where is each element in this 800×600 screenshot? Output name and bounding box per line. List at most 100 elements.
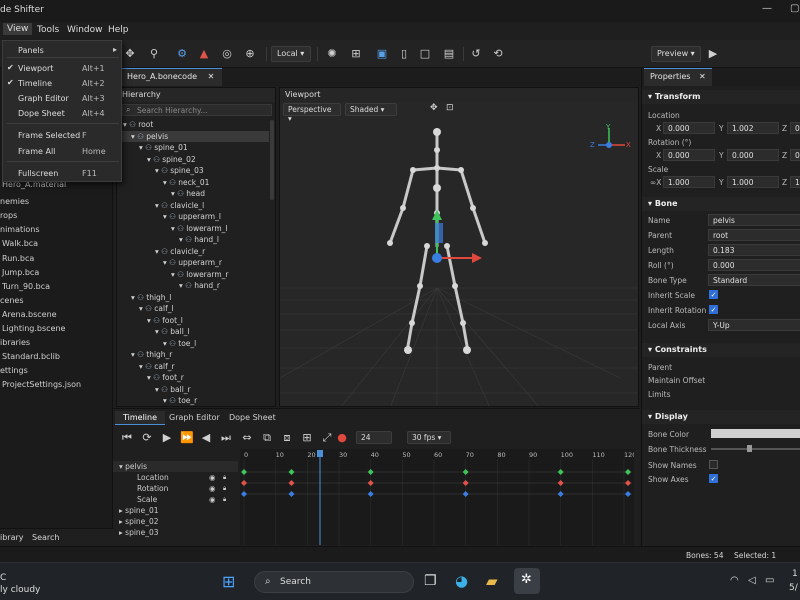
close-icon[interactable]: ✕ — [208, 72, 215, 81]
asset-item[interactable]: nemies — [0, 197, 29, 206]
loop-icon[interactable]: ⟳ — [139, 430, 155, 446]
hierarchy-row[interactable]: ▾ ⚇ calf_r — [117, 361, 269, 372]
local-axis-select[interactable]: Y-Up — [708, 319, 800, 331]
pan-icon[interactable]: ✥ — [430, 103, 438, 113]
asset-item[interactable]: Walk.bca — [2, 239, 38, 248]
key-auto-icon[interactable]: ⤢ — [319, 430, 335, 446]
menu-item-graph-editor[interactable]: Graph Editor Alt+3 — [3, 92, 121, 105]
link-icon[interactable]: ∞X — [650, 178, 661, 187]
fps-select[interactable]: 30 fps ▾ — [407, 431, 451, 444]
track-row[interactable]: ▸ spine_01 — [113, 505, 238, 516]
scale-x-field[interactable]: 1.000 — [663, 176, 715, 188]
go-start-icon[interactable]: ⏮ — [119, 430, 135, 446]
asset-item[interactable]: Jump.bca — [2, 268, 39, 277]
tab-timeline[interactable]: Timeline — [115, 411, 166, 425]
snap-tool-icon[interactable]: ⊕ — [242, 46, 258, 62]
asset-item[interactable]: Lighting.bscene — [2, 324, 65, 333]
lock-icon[interactable]: 🔒︎ — [223, 494, 226, 505]
hierarchy-row[interactable]: ▾ ⚇ neck_01 — [117, 177, 269, 188]
hierarchy-row[interactable]: ▾ ⚇ ball_l — [117, 326, 269, 337]
menu-item-viewport[interactable]: ✔ Viewport Alt+1 — [3, 62, 121, 75]
app-taskbar-button[interactable]: ✲ — [514, 568, 540, 594]
bone-thickness-handle[interactable] — [747, 445, 752, 452]
viewport-scene[interactable] — [280, 118, 639, 407]
bone-color-swatch[interactable] — [711, 429, 800, 438]
rotation-y-field[interactable]: 0.000 — [727, 149, 779, 161]
rotation-x-field[interactable]: 0.000 — [663, 149, 715, 161]
frame-icon[interactable]: ▯ — [396, 46, 412, 62]
hierarchy-scrollbar[interactable] — [270, 120, 274, 200]
track-row[interactable]: ▸ spine_02 — [113, 516, 238, 527]
rotation-z-field[interactable]: 0. — [790, 149, 800, 161]
hierarchy-row[interactable]: ▾ ⚇ lowerarm_l — [117, 223, 269, 234]
show-names-checkbox[interactable] — [709, 460, 718, 469]
pivot-icon[interactable]: ✺ — [324, 46, 340, 62]
projection-select[interactable]: Perspective ▾ — [283, 103, 341, 123]
axis-tool-icon[interactable]: ▲ — [196, 46, 212, 62]
box-icon[interactable]: □ — [417, 46, 433, 62]
track-row[interactable]: Location ◉ 🔒︎ — [113, 472, 238, 483]
battery-icon[interactable]: ▭ — [765, 575, 774, 586]
hierarchy-row[interactable]: ▾ ⚇ head — [117, 188, 269, 199]
asset-item[interactable]: rops — [0, 211, 17, 220]
asset-item[interactable]: ibraries — [0, 338, 30, 347]
move-tool-icon[interactable]: ✥ — [122, 46, 138, 62]
hierarchy-row[interactable]: ▾ ⚇ toe_r — [117, 395, 269, 406]
transform-section-header[interactable]: ▾ Transform — [642, 90, 800, 104]
menu-item-frame-selected[interactable]: Frame Selected F — [3, 129, 121, 142]
play-back-icon[interactable]: ◀ — [198, 430, 214, 446]
hierarchy-row[interactable]: ▾ ⚇ thigh_r — [117, 349, 269, 360]
play-forward-icon[interactable]: ⏩ — [179, 430, 195, 446]
show-axes-checkbox[interactable]: ✓ — [709, 474, 718, 483]
visibility-icon[interactable]: ◉ — [209, 494, 216, 505]
visibility-icon[interactable]: ◉ — [209, 483, 216, 494]
menu-help[interactable]: Help — [108, 25, 129, 35]
hierarchy-row[interactable]: ▾ ⚇ foot_l — [117, 315, 269, 326]
hierarchy-row[interactable]: ▾ ⚇ spine_02 — [117, 154, 269, 165]
location-y-field[interactable]: 1.002 — [727, 122, 779, 134]
location-x-field[interactable]: 0.000 — [663, 122, 715, 134]
asset-item[interactable]: Arena.bscene — [2, 310, 57, 319]
layers-icon[interactable]: ▤ — [441, 46, 457, 62]
undo-icon[interactable]: ↺ — [468, 46, 484, 62]
minimize-icon[interactable]: — — [762, 3, 772, 14]
hierarchy-row[interactable]: ▾ ⚇ root — [117, 119, 269, 130]
lock-icon[interactable]: 🔒︎ — [223, 483, 226, 494]
target-tool-icon[interactable]: ◎ — [219, 46, 235, 62]
track-row[interactable]: Scale ◉ 🔒︎ — [113, 494, 238, 505]
select-mode-icon[interactable]: ▣ — [374, 46, 390, 62]
space-select[interactable]: Local ▾ — [271, 46, 311, 62]
hierarchy-row[interactable]: ▾ ⚇ upperarm_l — [117, 211, 269, 222]
weather-temp[interactable]: C — [0, 573, 6, 583]
start-icon[interactable]: ⊞ — [222, 572, 235, 591]
visibility-icon[interactable]: ◉ — [209, 472, 216, 483]
hierarchy-row[interactable]: ▾ ⚇ lowerarm_r — [117, 269, 269, 280]
tab-library[interactable]: ibrary — [0, 533, 24, 542]
hierarchy-row[interactable]: ▾ ⚇ ball_r — [117, 384, 269, 395]
menu-item-timeline[interactable]: ✔ Timeline Alt+2 — [3, 77, 121, 90]
bone-type-select[interactable]: Standard — [708, 274, 800, 286]
menu-window[interactable]: Window — [67, 25, 103, 35]
scale-z-field[interactable]: 1. — [790, 176, 800, 188]
hierarchy-row[interactable]: ▾ ⚇ calf_l — [117, 303, 269, 314]
hierarchy-row[interactable]: ▾ ⚇ thigh_l — [117, 292, 269, 303]
record-icon[interactable]: ● — [334, 430, 350, 446]
taskbar-search[interactable]: ⌕ Search — [254, 571, 414, 593]
menu-tools[interactable]: Tools — [37, 25, 59, 35]
hierarchy-row[interactable]: ▾ ⚇ hand_r — [117, 280, 269, 291]
bone-tool-icon[interactable]: ⚲ — [146, 46, 162, 62]
wifi-icon[interactable]: ◠ — [730, 575, 739, 586]
key-copy-icon[interactable]: ⧉ — [259, 430, 275, 446]
menu-item-panels[interactable]: Panels ▸ — [3, 44, 121, 57]
tab-search[interactable]: Search — [32, 533, 59, 542]
key-move-icon[interactable]: ⇔ — [239, 430, 255, 446]
hierarchy-search-input[interactable]: ⌕ Search Hierarchy... — [122, 104, 272, 116]
track-row[interactable]: ▸ spine_03 — [113, 527, 238, 538]
properties-tab[interactable]: Properties ✕ — [644, 68, 712, 86]
asset-item[interactable]: nimations — [0, 225, 39, 234]
weather-status[interactable]: ly cloudy — [0, 585, 40, 595]
bone-length-field[interactable]: 0.183 — [708, 244, 800, 256]
bone-name-field[interactable]: pelvis — [708, 214, 800, 226]
bone-parent-field[interactable]: root — [708, 229, 800, 241]
go-end-icon[interactable]: ⏭ — [218, 430, 234, 446]
